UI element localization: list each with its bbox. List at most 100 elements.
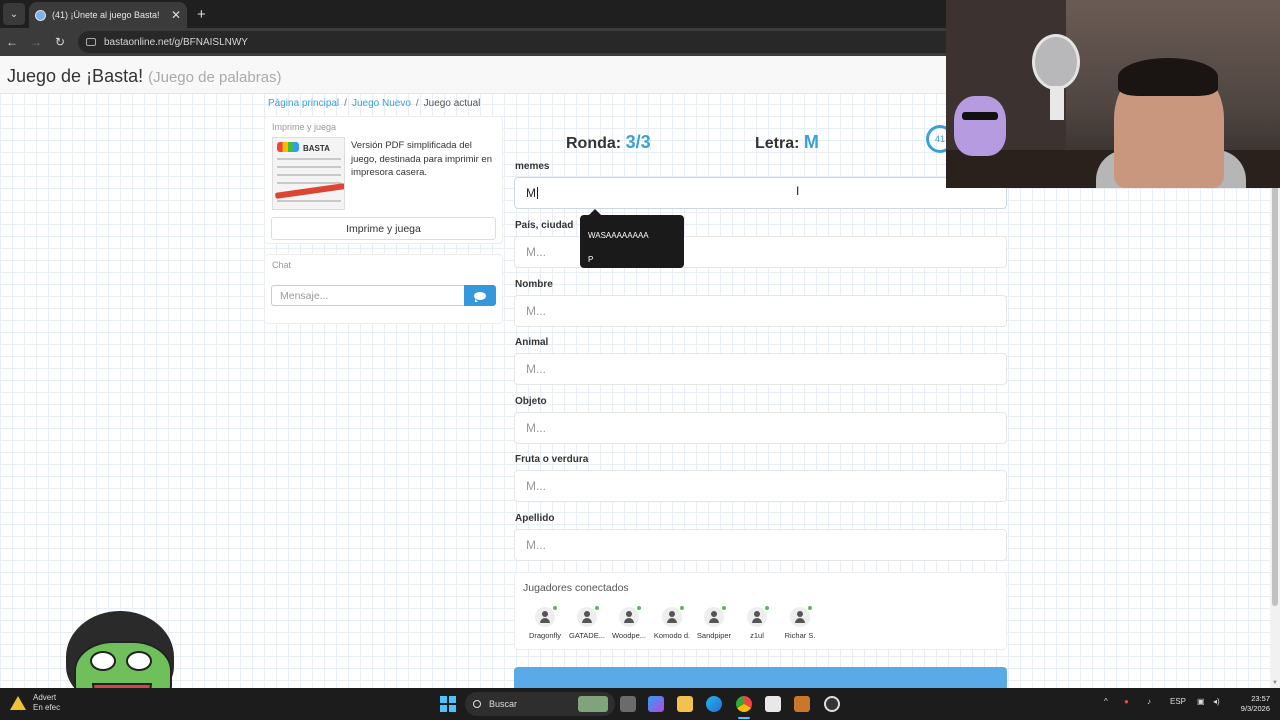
browser-tab-active[interactable]: (41) ¡Únete al juego Basta! ✕: [29, 2, 187, 28]
widgets-icon[interactable]: [578, 696, 608, 712]
copilot-icon[interactable]: [648, 696, 664, 712]
field-input-objeto[interactable]: M...: [514, 412, 1007, 444]
online-status-dot: [637, 606, 641, 610]
webcam-person-hair: [1118, 58, 1218, 96]
back-button[interactable]: ←: [0, 35, 24, 49]
player-item[interactable]: Richar S.: [779, 606, 821, 640]
chrome-icon[interactable]: [736, 696, 752, 712]
webcam-fan: [1032, 34, 1080, 90]
text-caret: [537, 187, 538, 199]
thumbnail-line: [277, 182, 341, 184]
player-name: GATADE...: [569, 631, 605, 640]
thumbnail-logo-text: BASTA: [303, 144, 330, 153]
round-value: 3/3: [625, 132, 651, 152]
basta-submit-button[interactable]: [514, 667, 1007, 688]
connected-players-title: Jugadores conectados: [523, 582, 629, 594]
player-item[interactable]: Komodo d.: [651, 606, 693, 640]
user-icon: [704, 606, 726, 627]
site-subtitle: (Juego de palabras): [148, 69, 282, 86]
reload-button[interactable]: ↻: [48, 35, 72, 49]
word-tooltip: WASAAAAAAAA P: [580, 209, 684, 268]
clock-time: 23:57: [1251, 694, 1270, 703]
game-app-icon[interactable]: [794, 696, 810, 712]
field-input-fruta-verdura[interactable]: M...: [514, 470, 1007, 502]
connected-players-panel: Jugadores conectados Dragonfly GATADE...…: [514, 572, 1007, 650]
player-item[interactable]: Dragonfly: [524, 606, 566, 640]
store-icon[interactable]: [765, 696, 781, 712]
field-label-nombre: Nombre: [515, 279, 553, 290]
windows-taskbar: Advert En efec Buscar ^ ● ♪ ESP ▣ ◂) 23:…: [0, 688, 1280, 720]
new-tab-button[interactable]: +: [197, 6, 206, 23]
print-and-play-button[interactable]: Imprime y juega: [271, 217, 496, 240]
tooltip-line-2: P: [588, 255, 594, 264]
file-explorer-icon[interactable]: [677, 696, 693, 712]
chat-message-input[interactable]: Mensaje...: [271, 285, 464, 306]
scrollbar-thumb[interactable]: [1272, 186, 1278, 606]
tray-app-icon[interactable]: ●: [1124, 697, 1129, 706]
print-panel-heading: Imprime y juega: [272, 122, 337, 132]
webcam-plush-toy: [954, 96, 1006, 156]
scroll-down-icon[interactable]: ▼: [1272, 680, 1278, 686]
online-status-dot: [595, 606, 599, 610]
user-icon: [535, 606, 557, 627]
active-app-indicator: [738, 717, 750, 719]
task-view-icon[interactable]: [620, 696, 636, 712]
language-indicator[interactable]: ESP: [1170, 697, 1186, 706]
taskbar-clock[interactable]: 23:57 9/3/2026: [1230, 694, 1270, 714]
thumbnail-line: [277, 174, 341, 176]
player-name: Komodo d.: [653, 631, 691, 640]
webcam-plush-glasses: [962, 112, 998, 120]
microphone-icon[interactable]: ♪: [1147, 697, 1151, 706]
user-icon: [577, 606, 599, 627]
warning-icon[interactable]: [10, 696, 26, 710]
online-status-dot: [808, 606, 812, 610]
player-name: Dragonfly: [528, 631, 562, 640]
obs-icon[interactable]: [824, 696, 840, 712]
volume-icon[interactable]: ◂): [1213, 697, 1220, 706]
field-input-animal[interactable]: M...: [514, 353, 1007, 385]
player-item[interactable]: GATADE...: [566, 606, 608, 640]
player-item[interactable]: Sandpiper: [693, 606, 735, 640]
player-item[interactable]: Woodpe...: [608, 606, 650, 640]
chevron-up-icon[interactable]: ^: [1104, 697, 1108, 706]
user-icon: [747, 606, 769, 627]
field-label-memes: memes: [515, 161, 550, 172]
breadcrumb: Página principal / Juego Nuevo / Juego actua…: [268, 98, 480, 109]
player-item[interactable]: z1ul: [736, 606, 778, 640]
tab-search-menu-button[interactable]: ⌄: [3, 3, 25, 25]
sticker-eye: [90, 651, 116, 671]
field-label-apellido: Apellido: [515, 513, 555, 524]
site-brand[interactable]: Juego de ¡Basta! (Juego de palabras): [7, 66, 282, 87]
field-input-apellido[interactable]: M...: [514, 529, 1007, 561]
field-input-memes[interactable]: M: [514, 177, 1007, 209]
chat-send-button[interactable]: [464, 285, 496, 306]
player-name: Woodpe...: [611, 631, 647, 640]
pencil-image: [274, 183, 344, 199]
forward-button[interactable]: →: [24, 35, 48, 49]
field-input-nombre[interactable]: M...: [514, 295, 1007, 327]
chat-panel: Chat Mensaje...: [264, 254, 503, 324]
warning-title: Advert: [33, 693, 57, 702]
user-icon: [790, 606, 812, 627]
user-icon: [619, 606, 641, 627]
url-text: bastaonline.net/g/BFNAISLNWY: [104, 36, 248, 48]
letter-value: M: [803, 132, 819, 152]
wifi-icon[interactable]: ▣: [1197, 697, 1205, 706]
thumbnail-line: [277, 158, 341, 160]
warning-notification[interactable]: Advert En efec: [33, 693, 60, 713]
thumbnail-line: [277, 200, 341, 202]
player-name: Sandpiper: [696, 631, 732, 640]
round-label: Ronda:: [566, 135, 622, 152]
site-title: Juego de ¡Basta!: [7, 66, 144, 86]
clock-date: 9/3/2026: [1240, 704, 1270, 713]
windows-start-icon[interactable]: [440, 696, 456, 712]
close-icon[interactable]: ✕: [171, 8, 181, 22]
breadcrumb-new-game-link[interactable]: Juego Nuevo: [352, 98, 411, 109]
site-info-icon[interactable]: [86, 38, 96, 46]
edge-icon[interactable]: [706, 696, 722, 712]
print-thumbnail[interactable]: BASTA: [272, 137, 345, 210]
online-status-dot: [553, 606, 557, 610]
breadcrumb-home-link[interactable]: Página principal: [268, 98, 339, 109]
field-label-objeto: Objeto: [515, 396, 547, 407]
user-icon: [662, 606, 684, 627]
